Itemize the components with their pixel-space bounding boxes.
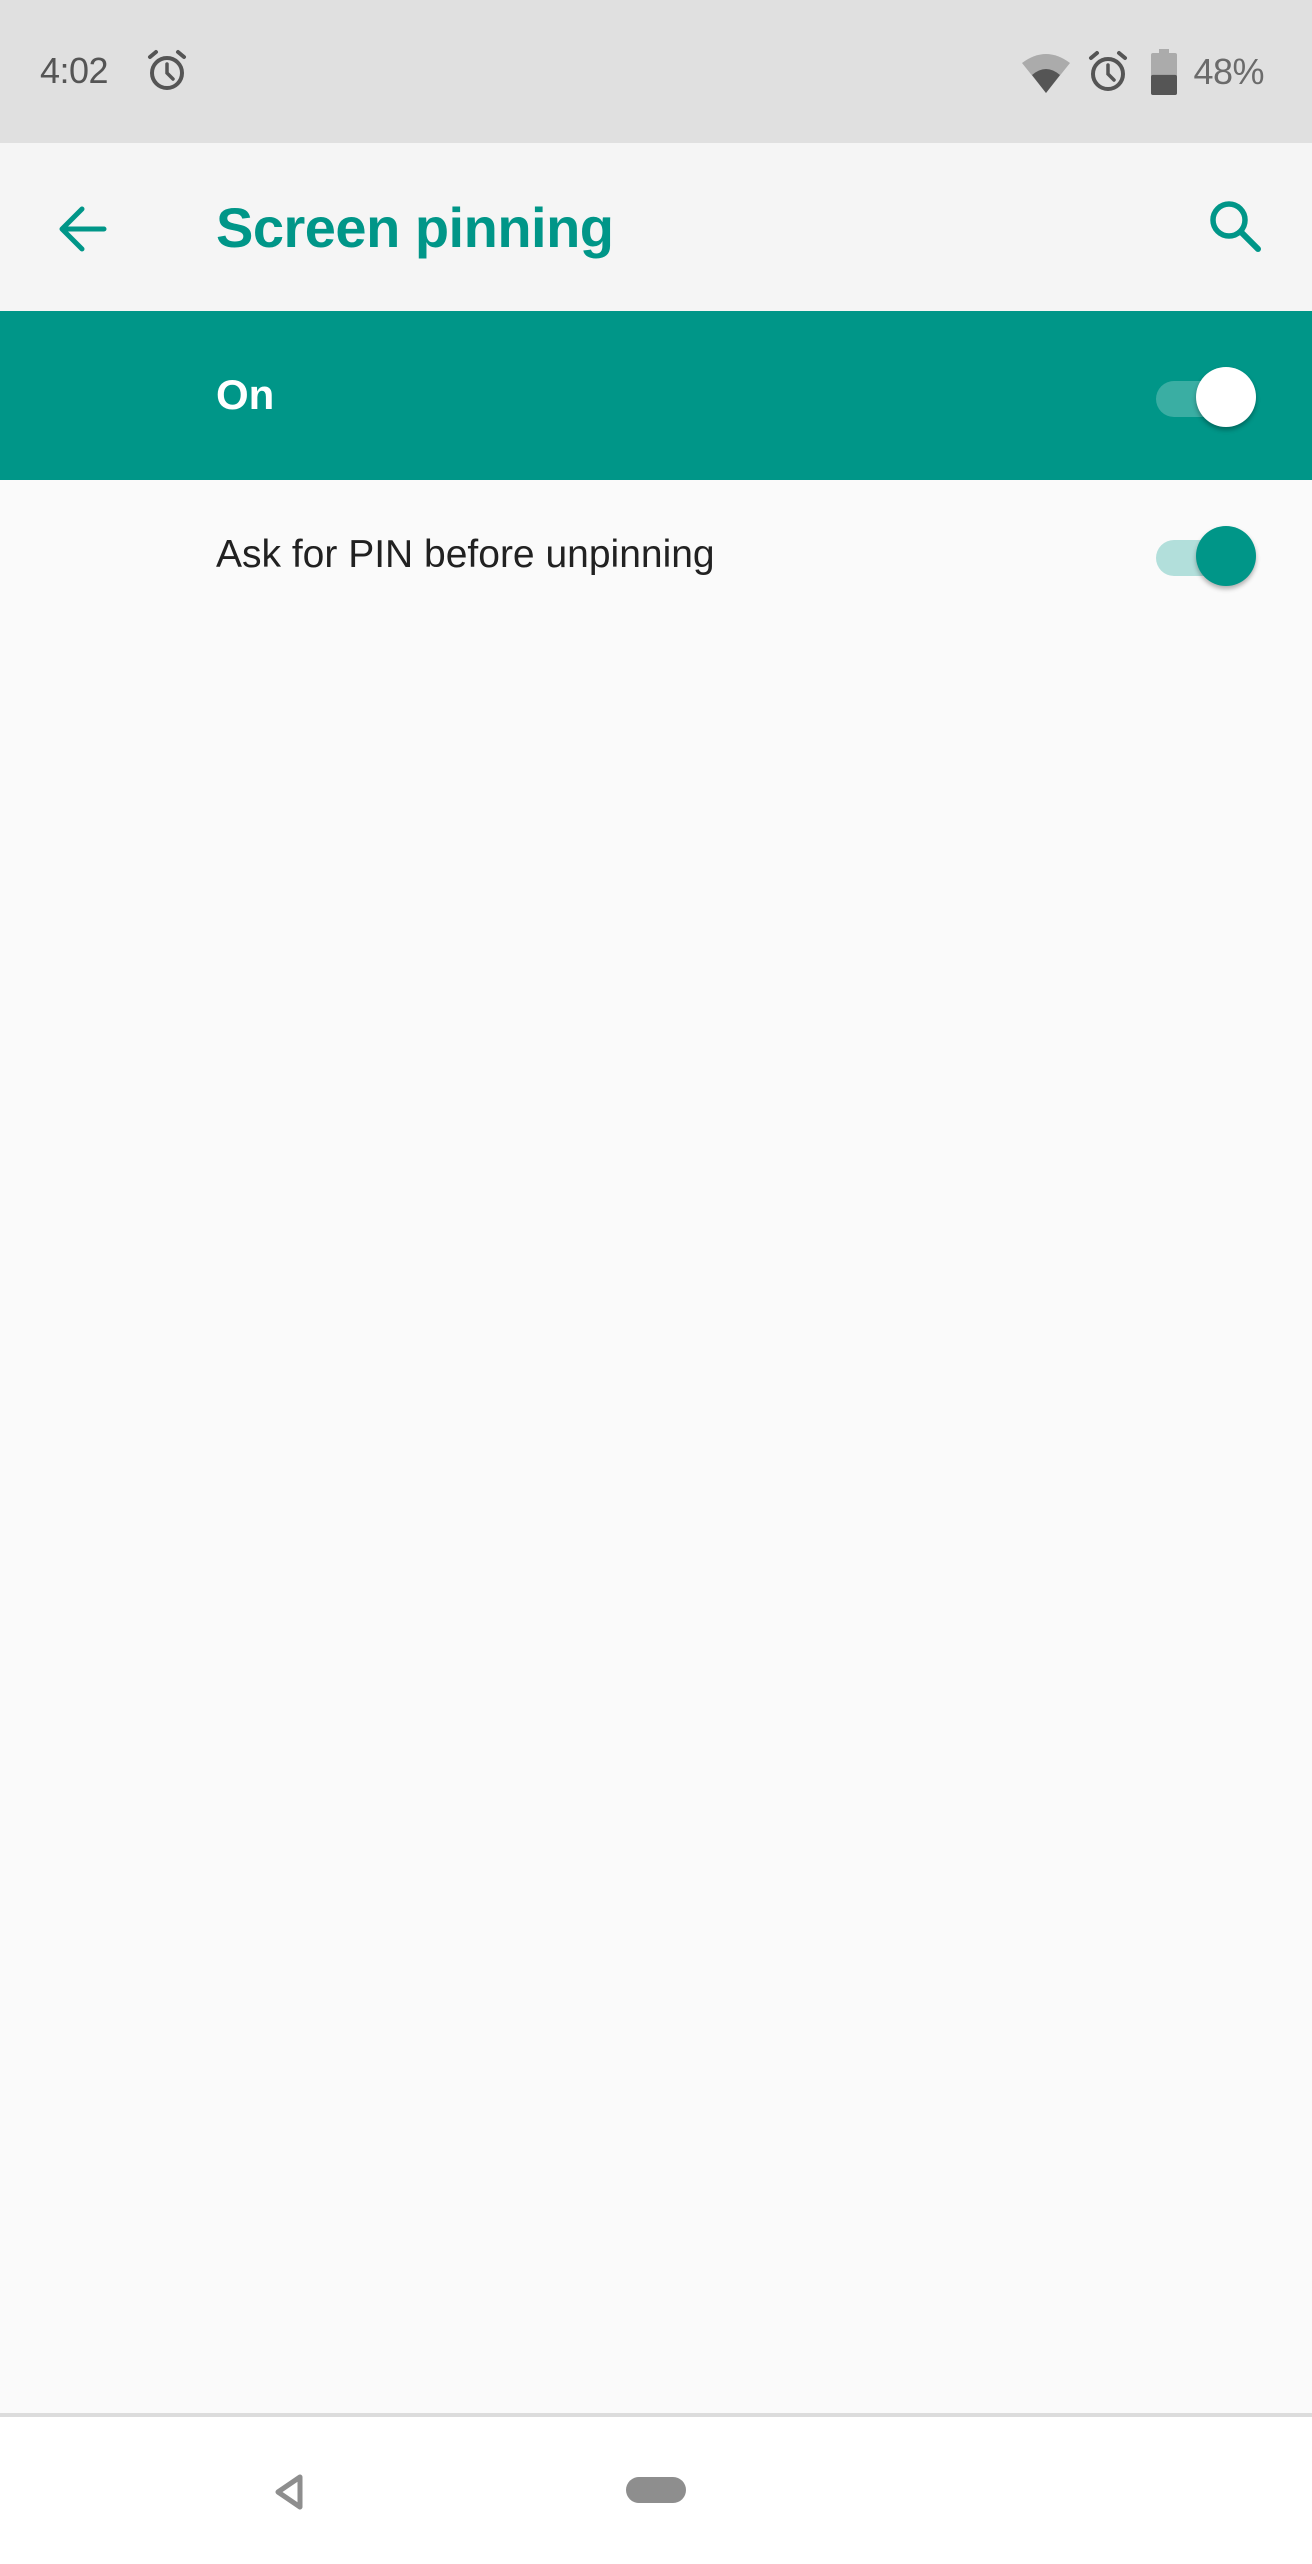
nav-back-icon [275, 2474, 303, 2510]
app-bar: Screen pinning [0, 143, 1312, 311]
page-title: Screen pinning [216, 196, 614, 259]
pref-ask-pin-label: Ask for PIN before unpinning [216, 533, 715, 576]
toggle-thumb [1196, 367, 1256, 427]
alarm-icon [144, 48, 190, 94]
master-switch-bar[interactable]: On [0, 311, 1312, 480]
ask-pin-toggle[interactable] [1152, 524, 1256, 588]
wifi-icon [1021, 49, 1071, 95]
battery-percent: 48% [1193, 51, 1264, 92]
navigation-bar [0, 2413, 1312, 2564]
status-time: 4:02 [40, 50, 109, 91]
status-icons: 48% [1021, 48, 1264, 96]
pref-ask-pin-row[interactable]: Ask for PIN before unpinning [0, 480, 1312, 632]
status-bar: 4:02 48% [0, 0, 1312, 143]
search-button[interactable] [1202, 193, 1272, 263]
nav-home-pill[interactable] [626, 2477, 686, 2503]
battery-icon [1151, 49, 1178, 95]
search-icon [1210, 201, 1261, 252]
nav-back-button[interactable] [272, 2474, 306, 2510]
back-button[interactable] [52, 197, 116, 261]
alarm-icon [1085, 49, 1131, 95]
toggle-thumb [1196, 526, 1256, 586]
master-switch-label: On [216, 371, 275, 418]
master-toggle[interactable] [1152, 365, 1256, 429]
arrow-left-icon [59, 206, 107, 252]
